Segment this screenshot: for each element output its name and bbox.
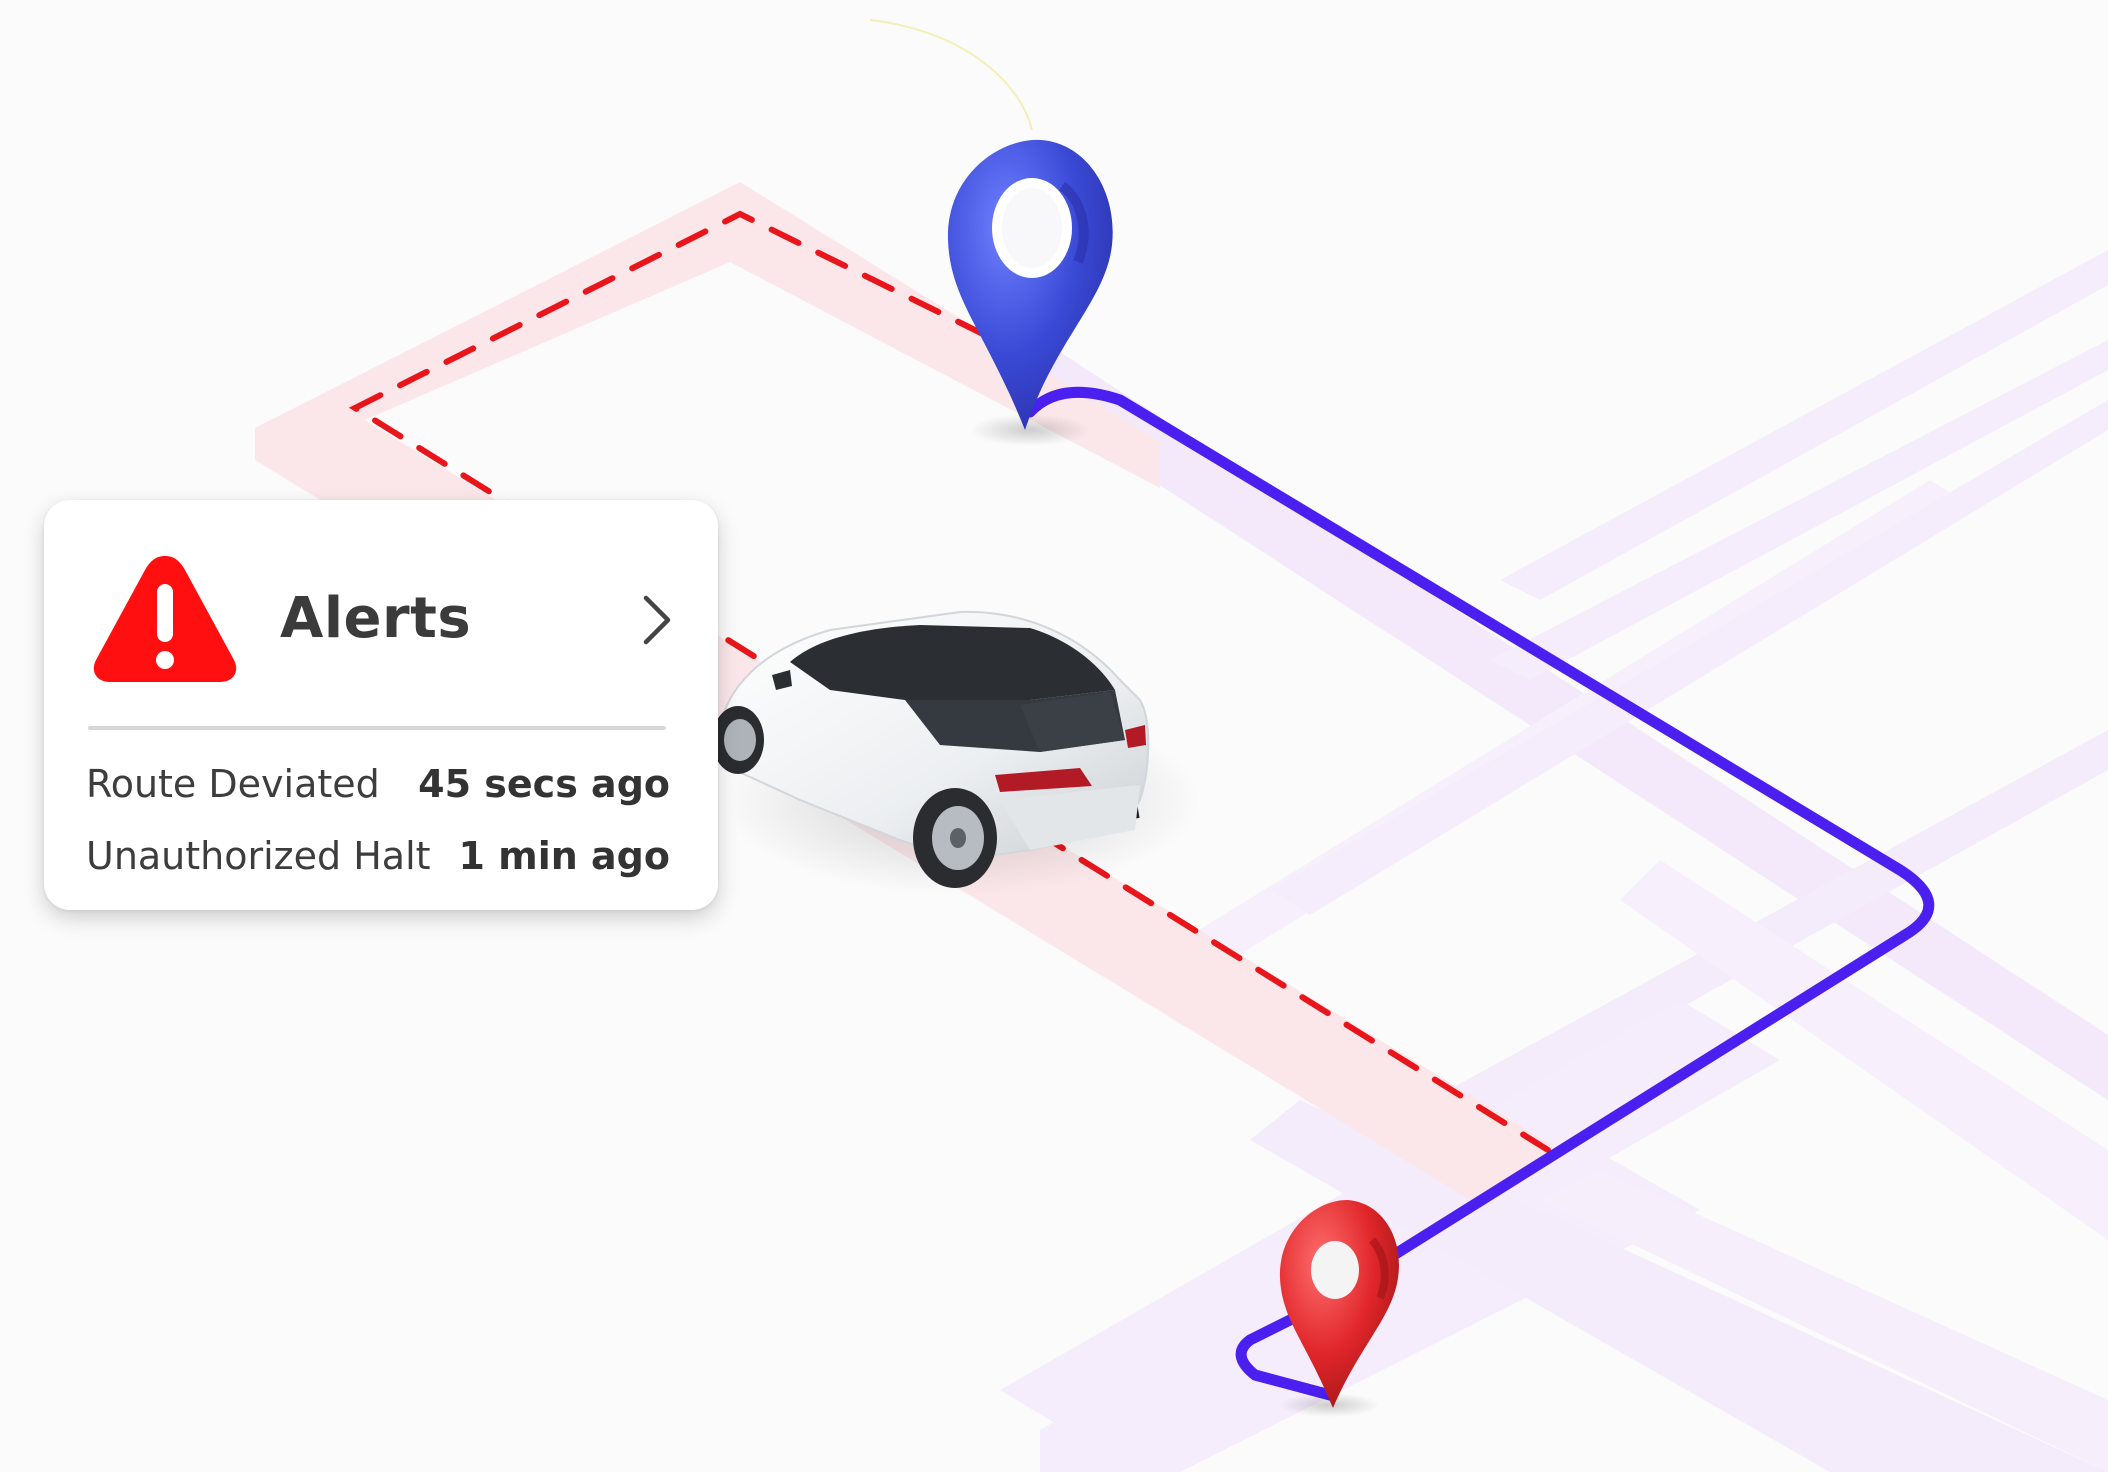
alerts-title: Alerts [280,586,472,651]
alerts-card-header[interactable]: Alerts [44,500,718,728]
warning-triangle-icon [93,556,237,682]
chevron-right-icon[interactable] [634,592,678,648]
route-tracking-scene: Alerts Route Deviated 45 secs ago Unauth… [0,0,2108,1472]
alert-time: 45 secs ago [418,762,670,806]
alert-time: 1 min ago [458,834,670,878]
alert-item[interactable]: Unauthorized Halt 1 min ago [86,830,670,882]
alerts-card[interactable]: Alerts Route Deviated 45 secs ago Unauth… [44,500,718,910]
alert-label: Unauthorized Halt [86,834,431,878]
divider [88,726,666,730]
alert-item[interactable]: Route Deviated 45 secs ago [86,758,670,810]
car-illustration [712,610,1200,895]
alert-label: Route Deviated [86,762,380,806]
